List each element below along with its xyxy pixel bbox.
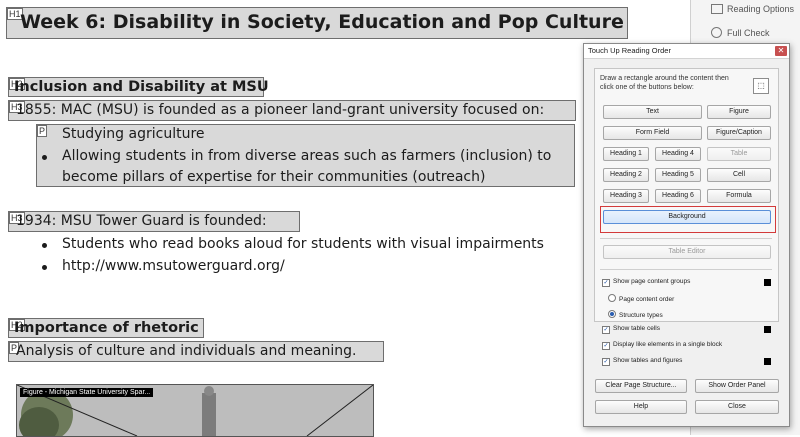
p-tag-label: P xyxy=(37,125,48,137)
formula-button[interactable]: Formula xyxy=(707,189,771,203)
instructions-text: Draw a rectangle around the content then… xyxy=(600,75,729,91)
color-swatch[interactable] xyxy=(764,326,771,333)
touch-up-reading-order-dialog: Touch Up Reading Order ✕ Draw a rectangl… xyxy=(583,43,790,427)
full-check-item[interactable]: Full Check xyxy=(727,28,770,38)
dialog-titlebar[interactable]: Touch Up Reading Order ✕ xyxy=(584,44,789,59)
bullet-icon xyxy=(42,243,47,248)
table-editor-button[interactable]: Table Editor xyxy=(603,245,771,259)
divider xyxy=(600,238,772,239)
option-label: Show tables and figures xyxy=(613,357,683,364)
heading2-button[interactable]: Heading 2 xyxy=(603,168,649,182)
radio-unselected-icon[interactable] xyxy=(608,294,616,302)
option-label: Show page content groups xyxy=(613,278,691,285)
select-tool-icon[interactable]: ⬚ xyxy=(753,78,769,94)
list-item: Students who read books aloud for studen… xyxy=(62,236,544,252)
clear-page-structure-button[interactable]: Clear Page Structure... xyxy=(595,379,687,393)
show-table-cells-option[interactable]: ✓ Show table cells xyxy=(602,325,660,334)
display-like-elements-option[interactable]: ✓ Display like elements in a single block xyxy=(602,341,722,350)
form-field-button[interactable]: Form Field xyxy=(603,126,702,140)
structure-types-option[interactable]: Structure types xyxy=(608,310,663,319)
section-heading-rhetoric: Importance of rhetoric xyxy=(14,320,199,336)
heading4-button[interactable]: Heading 4 xyxy=(655,147,701,161)
color-swatch[interactable] xyxy=(764,358,771,365)
show-page-content-groups-option[interactable]: ✓ Show page content groups xyxy=(602,278,690,287)
background-button[interactable]: Background xyxy=(603,210,771,224)
show-tables-figures-option[interactable]: ✓ Show tables and figures xyxy=(602,357,682,366)
page-title: Week 6: Disability in Society, Education… xyxy=(20,11,624,33)
text-button[interactable]: Text xyxy=(603,105,702,119)
table-button[interactable]: Table xyxy=(707,147,771,161)
dialog-title: Touch Up Reading Order xyxy=(588,46,671,55)
help-button[interactable]: Help xyxy=(595,400,687,414)
bullet-icon xyxy=(42,155,47,160)
list-item: Studying agriculture xyxy=(62,126,205,142)
color-swatch[interactable] xyxy=(764,279,771,286)
option-label: Page content order xyxy=(619,296,675,303)
cell-button[interactable]: Cell xyxy=(707,168,771,182)
show-order-panel-button[interactable]: Show Order Panel xyxy=(695,379,779,393)
page-content-order-option[interactable]: Page content order xyxy=(608,294,674,303)
option-label: Display like elements in a single block xyxy=(613,341,723,348)
text-1855: 1855: MAC (MSU) is founded as a pioneer … xyxy=(16,102,545,118)
reading-options-item[interactable]: Reading Options xyxy=(727,4,794,14)
text-analysis: Analysis of culture and individuals and … xyxy=(16,343,357,359)
figure-caption-button[interactable]: Figure/Caption xyxy=(707,126,771,140)
text-1934: 1934: MSU Tower Guard is founded: xyxy=(16,213,267,229)
list-item: Allowing students in from diverse areas … xyxy=(62,148,552,164)
option-label: Show table cells xyxy=(613,325,660,332)
bullet-icon xyxy=(42,265,47,270)
checkbox-checked-icon[interactable]: ✓ xyxy=(602,358,610,366)
close-icon[interactable]: ✕ xyxy=(775,46,787,56)
divider xyxy=(600,269,772,270)
close-button[interactable]: Close xyxy=(695,400,779,414)
reading-options-icon[interactable] xyxy=(711,4,723,14)
list-item: http://www.msutowerguard.org/ xyxy=(62,258,285,274)
radio-selected-icon[interactable] xyxy=(608,310,616,318)
heading6-button[interactable]: Heading 6 xyxy=(655,189,701,203)
option-label: Structure types xyxy=(619,312,663,319)
checkbox-checked-icon[interactable]: ✓ xyxy=(602,279,610,287)
section-heading-inclusion: Inclusion and Disability at MSU xyxy=(14,79,269,95)
heading5-button[interactable]: Heading 5 xyxy=(655,168,701,182)
full-check-icon[interactable] xyxy=(711,27,722,38)
figure-button[interactable]: Figure xyxy=(707,105,771,119)
checkbox-checked-icon[interactable]: ✓ xyxy=(602,326,610,334)
heading1-button[interactable]: Heading 1 xyxy=(603,147,649,161)
list-item: become pillars of expertise for their co… xyxy=(62,169,486,185)
checkbox-checked-icon[interactable]: ✓ xyxy=(602,342,610,350)
heading3-button[interactable]: Heading 3 xyxy=(603,189,649,203)
figure-label: Figure - Michigan State University Spar.… xyxy=(20,388,154,397)
